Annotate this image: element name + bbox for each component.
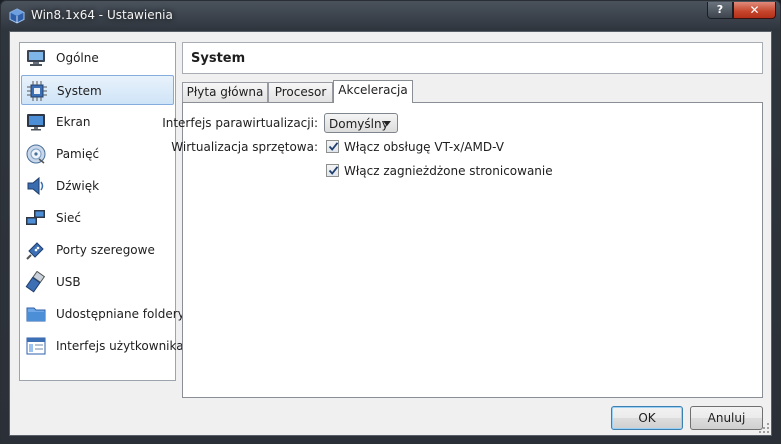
virtualbox-app-icon	[9, 8, 25, 24]
tab-motherboard[interactable]: Płyta główna	[182, 82, 268, 102]
folder-icon	[26, 307, 46, 322]
ui-window-icon	[26, 337, 46, 355]
sidebar-item-audio[interactable]: Dźwięk	[21, 171, 174, 201]
display-icon	[27, 114, 45, 131]
enable-vtx-label[interactable]: Włącz obsługę VT-x/AMD-V	[344, 140, 504, 154]
sidebar-item-network[interactable]: Sieć	[21, 203, 174, 233]
sidebar-item-usb[interactable]: USB	[21, 267, 174, 297]
sidebar-item-label: Pamięć	[56, 147, 100, 161]
sidebar-item-label: Udostępniane foldery	[56, 307, 185, 321]
window-title: Win8.1x64 - Ustawienia	[31, 8, 173, 22]
sidebar-item-label: Sieć	[56, 211, 81, 225]
close-button[interactable]: ✕	[733, 2, 776, 19]
help-button[interactable]: ?	[707, 2, 733, 19]
hw-virt-label: Wirtualizacja sprzętowa:	[171, 140, 318, 154]
nested-paging-label[interactable]: Włącz zagnieżdżone stronicowanie	[344, 164, 553, 178]
sidebar-item-label: Porty szeregowe	[56, 243, 155, 257]
settings-window: Win8.1x64 - Ustawienia ? ✕ Ogólne System…	[0, 0, 781, 444]
sidebar-item-user-interface[interactable]: Interfejs użytkownika	[21, 331, 184, 361]
page-title: System	[191, 51, 246, 66]
sidebar-item-label: USB	[56, 275, 81, 289]
sidebar-item-label: Dźwięk	[56, 179, 100, 193]
enable-vtx-checkbox[interactable]	[326, 140, 339, 153]
paravirt-interface-select[interactable]: Domyślny	[324, 113, 398, 133]
disk-icon	[26, 144, 46, 164]
monitor-icon	[27, 50, 45, 66]
sidebar-item-label: Ogólne	[56, 51, 99, 65]
chip-icon	[27, 81, 47, 101]
sidebar-item-label: Interfejs użytkownika	[56, 339, 184, 353]
network-icon	[26, 210, 45, 225]
sidebar-item-shared-folders[interactable]: Udostępniane foldery	[21, 299, 185, 329]
checkmark-icon	[328, 142, 339, 151]
tab-acceleration[interactable]: Akceleracja	[333, 80, 413, 103]
sidebar-item-display[interactable]: Ekran	[21, 107, 174, 137]
tab-bar: Płyta główna Procesor Akceleracja	[182, 80, 763, 103]
sidebar-item-label: System	[57, 84, 102, 98]
serial-port-icon	[26, 242, 44, 260]
page-header: System	[182, 42, 763, 74]
nested-paging-checkbox[interactable]	[326, 164, 339, 177]
chevron-down-icon	[383, 121, 391, 126]
dialog-client-area: Ogólne System Ekran Pamięć Dźwięk Sieć P…	[9, 31, 772, 436]
tab-processor[interactable]: Procesor	[268, 82, 333, 102]
resize-grip-icon[interactable]	[759, 423, 769, 433]
sidebar-item-general[interactable]: Ogólne	[21, 43, 174, 73]
sidebar-item-label: Ekran	[56, 115, 91, 129]
sidebar-item-storage[interactable]: Pamięć	[21, 139, 174, 169]
acceleration-panel: Interfejs parawirtualizacji: Domyślny Wi…	[162, 102, 763, 398]
settings-category-list: Ogólne System Ekran Pamięć Dźwięk Sieć P…	[19, 42, 185, 381]
cancel-button[interactable]: Anuluj	[690, 406, 763, 430]
sidebar-item-serial-ports[interactable]: Porty szeregowe	[21, 235, 174, 265]
sidebar-item-system[interactable]: System	[21, 75, 174, 105]
title-bar[interactable]: Win8.1x64 - Ustawienia ? ✕	[1, 1, 780, 31]
paravirt-selected-value: Domyślny	[329, 117, 389, 131]
paravirt-label: Interfejs parawirtualizacji:	[162, 116, 318, 130]
speaker-icon	[27, 176, 44, 196]
usb-icon	[25, 271, 46, 293]
checkmark-icon	[328, 166, 339, 175]
ok-button[interactable]: OK	[611, 406, 683, 430]
